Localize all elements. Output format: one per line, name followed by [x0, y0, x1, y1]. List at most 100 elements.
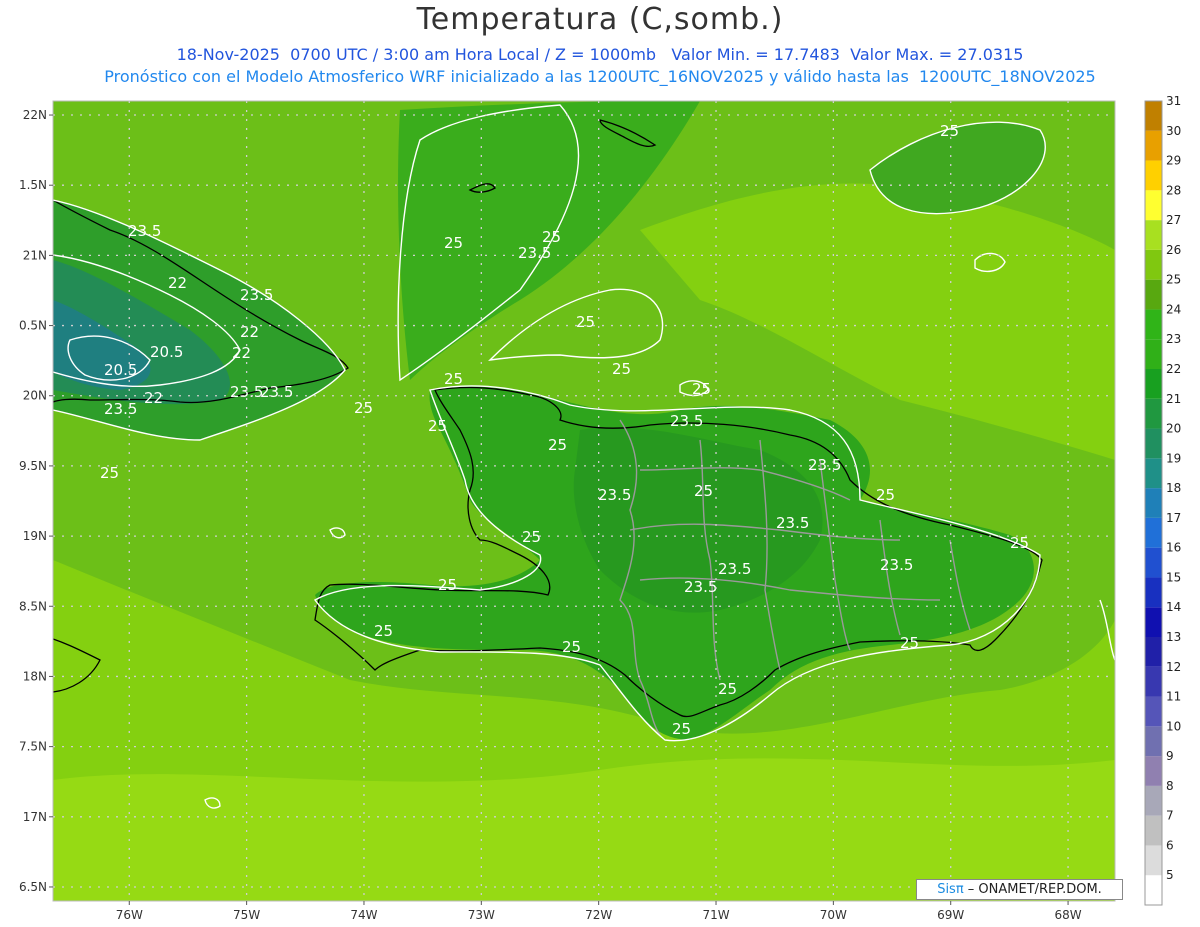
colorbar-label: 9 — [1166, 749, 1174, 763]
contour-label: 23.5 — [718, 560, 751, 578]
lat-tick-label: 7.5N — [19, 740, 47, 754]
contour-label: 23.5 — [808, 456, 841, 474]
colorbar-label: 27 — [1166, 213, 1181, 227]
contour-label: 20.5 — [150, 343, 183, 361]
colorbar-label: 5 — [1166, 868, 1174, 882]
contour-label: 23.5 — [670, 412, 703, 430]
colorbar-label: 28 — [1166, 183, 1181, 197]
contour-label: 25 — [876, 486, 895, 504]
contour-label: 22 — [168, 274, 187, 292]
colorbar-label: 29 — [1166, 154, 1181, 168]
colorbar-label: 23 — [1166, 332, 1181, 346]
contour-label: 25 — [428, 417, 447, 435]
colorbar-bin — [1145, 845, 1162, 876]
lat-tick-label: 19N — [23, 529, 47, 543]
contour-label: 25 — [900, 634, 919, 652]
colorbar-bin — [1145, 756, 1162, 786]
colorbar-bin — [1145, 130, 1162, 161]
colorbar-label: 11 — [1166, 690, 1181, 704]
colorbar-label: 7 — [1166, 809, 1174, 823]
contour-label: 23.5 — [104, 400, 137, 418]
colorbar-bin — [1145, 101, 1162, 131]
lon-tick-label: 75W — [233, 908, 260, 922]
colorbar-label: 10 — [1166, 719, 1181, 733]
contour-label: 25 — [374, 622, 393, 640]
contour-label: 25 — [940, 122, 959, 140]
colorbar-bin — [1145, 339, 1162, 369]
colorbar-bin — [1145, 369, 1162, 399]
lon-tick-label: 76W — [116, 908, 143, 922]
colorbar: 5 6 7 8 9 10 11 12 13 14 15 16 17 18 19 20 21 22 23 24 25 26 2… — [1144, 94, 1181, 906]
colorbar-bin — [1145, 190, 1162, 221]
contour-label: 23.5 — [260, 383, 293, 401]
colorbar-label: 19 — [1166, 451, 1181, 465]
colorbar-label: 13 — [1166, 630, 1181, 644]
credit-box: Sisπ – ONAMET/REP.DOM. — [916, 879, 1123, 900]
colorbar-bin — [1145, 637, 1162, 667]
lat-tick-label: 1.5N — [19, 178, 47, 192]
credit-text: – ONAMET/REP.DOM. — [963, 882, 1102, 897]
map-field: 23.5 23.5 22 23.5 22 22 20.5 20.5 23.5 2… — [53, 101, 1115, 901]
lat-tick-label: 9.5N — [19, 459, 47, 473]
contour-label: 23.5 — [776, 514, 809, 532]
colorbar-bin — [1145, 220, 1162, 250]
colorbar-bin — [1145, 815, 1162, 846]
contour-label: 25 — [438, 576, 457, 594]
colorbar-label: 31 — [1166, 94, 1181, 108]
contour-label: 25 — [672, 720, 691, 738]
colorbar-bin — [1145, 577, 1162, 608]
colorbar-bin — [1145, 696, 1162, 727]
contour-label: 25 — [718, 680, 737, 698]
colorbar-label: 6 — [1166, 838, 1174, 852]
colorbar-label: 14 — [1166, 600, 1181, 614]
colorbar-label: 16 — [1166, 541, 1181, 555]
lat-tick-label: 17N — [23, 810, 47, 824]
contour-label: 25 — [444, 234, 463, 252]
contour-label: 23.5 — [880, 556, 913, 574]
lat-tick-label: 0.5N — [19, 319, 47, 333]
colorbar-bin — [1145, 726, 1162, 757]
colorbar-label: 26 — [1166, 243, 1181, 257]
contour-label: 25 — [542, 228, 561, 246]
colorbar-label: 22 — [1166, 362, 1181, 376]
contour-label: 23.5 — [518, 244, 551, 262]
colorbar-bin — [1145, 309, 1162, 340]
colorbar-bin — [1145, 785, 1162, 816]
sispi-logo: Sisπ — [937, 882, 964, 897]
colorbar-label: 20 — [1166, 422, 1181, 436]
contour-label: 25 — [100, 464, 119, 482]
colorbar-bin — [1145, 666, 1162, 697]
lon-tick-label: 69W — [937, 908, 964, 922]
colorbar-label: 17 — [1166, 511, 1181, 525]
temperature-map: 23.5 23.5 22 23.5 22 22 20.5 20.5 23.5 2… — [19, 94, 1181, 922]
colorbar-label: 12 — [1166, 660, 1181, 674]
colorbar-label: 18 — [1166, 481, 1181, 495]
lon-tick-label: 68W — [1054, 908, 1081, 922]
contour-label: 22 — [232, 344, 251, 362]
colorbar-bin — [1145, 458, 1162, 489]
colorbar-bin — [1145, 547, 1162, 578]
contour-label: 25 — [562, 638, 581, 656]
colorbar-bin — [1145, 875, 1162, 905]
colorbar-label: 25 — [1166, 273, 1181, 287]
contour-label: 23.5 — [598, 486, 631, 504]
contour-label: 25 — [444, 370, 463, 388]
colorbar-label: 30 — [1166, 124, 1181, 138]
lon-tick-label: 71W — [702, 908, 729, 922]
lat-tick-label: 8.5N — [19, 599, 47, 613]
colorbar-label: 24 — [1166, 302, 1181, 316]
colorbar-bin — [1145, 398, 1162, 429]
contour-label: 23.5 — [684, 578, 717, 596]
colorbar-bin — [1145, 607, 1162, 637]
colorbar-label: 21 — [1166, 392, 1181, 406]
contour-label: 25 — [522, 528, 541, 546]
colorbar-bin — [1145, 279, 1162, 310]
contour-label: 22 — [144, 389, 163, 407]
colorbar-bin — [1145, 488, 1162, 518]
contour-label: 25 — [576, 313, 595, 331]
lon-tick-label: 72W — [585, 908, 612, 922]
contour-label: 25 — [694, 482, 713, 500]
colorbar-bin — [1145, 160, 1162, 191]
lat-tick-label: 6.5N — [19, 880, 47, 894]
contour-label: 23.5 — [240, 286, 273, 304]
